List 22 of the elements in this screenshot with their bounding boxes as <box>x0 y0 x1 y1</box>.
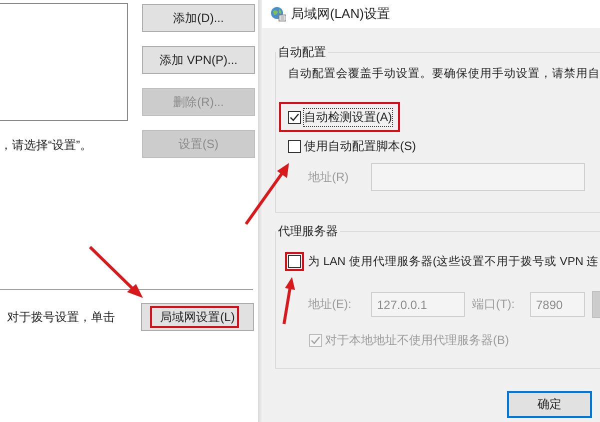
address-label: 地址(E): <box>308 296 352 313</box>
description-text: 自动配置会覆盖手动设置。要确保使用手动设置，请禁用自 <box>288 66 600 81</box>
group-label: 代理服务器 <box>277 223 339 240</box>
checkbox-box[interactable] <box>288 110 301 124</box>
dialog-button[interactable]: 添加 VPN(P)... <box>142 46 255 74</box>
checkbox-box[interactable] <box>288 140 301 152</box>
lan-label: 对于拨号设置，单击 <box>7 308 115 326</box>
checkbox-label[interactable]: 为 LAN 使用代理服务器(这些设置不用于拨号或 VPN 连 <box>308 254 599 268</box>
checkbox-box[interactable] <box>288 254 301 268</box>
checkbox[interactable]: 自动检测设置(A) <box>288 108 392 126</box>
connection-list[interactable] <box>0 3 128 121</box>
ok-button[interactable]: 确定 <box>507 391 592 418</box>
globe-icon <box>270 6 286 22</box>
checkbox-label[interactable]: 使用自动配置脚本(S) <box>304 138 416 154</box>
window-title: 局域网(LAN)设置 <box>291 5 390 23</box>
group-label: 自动配置 <box>277 44 327 61</box>
port-label: 端口(T): <box>472 296 516 313</box>
dialog-button[interactable]: 添加(D)... <box>142 4 255 32</box>
address-label: 地址(R) <box>308 168 350 186</box>
hint-text: ，请选择“设置”。 <box>0 137 93 154</box>
lan-settings-button[interactable]: 局域网设置(L) <box>141 303 254 331</box>
checkbox-label[interactable]: 自动检测设置(A) <box>304 108 392 126</box>
